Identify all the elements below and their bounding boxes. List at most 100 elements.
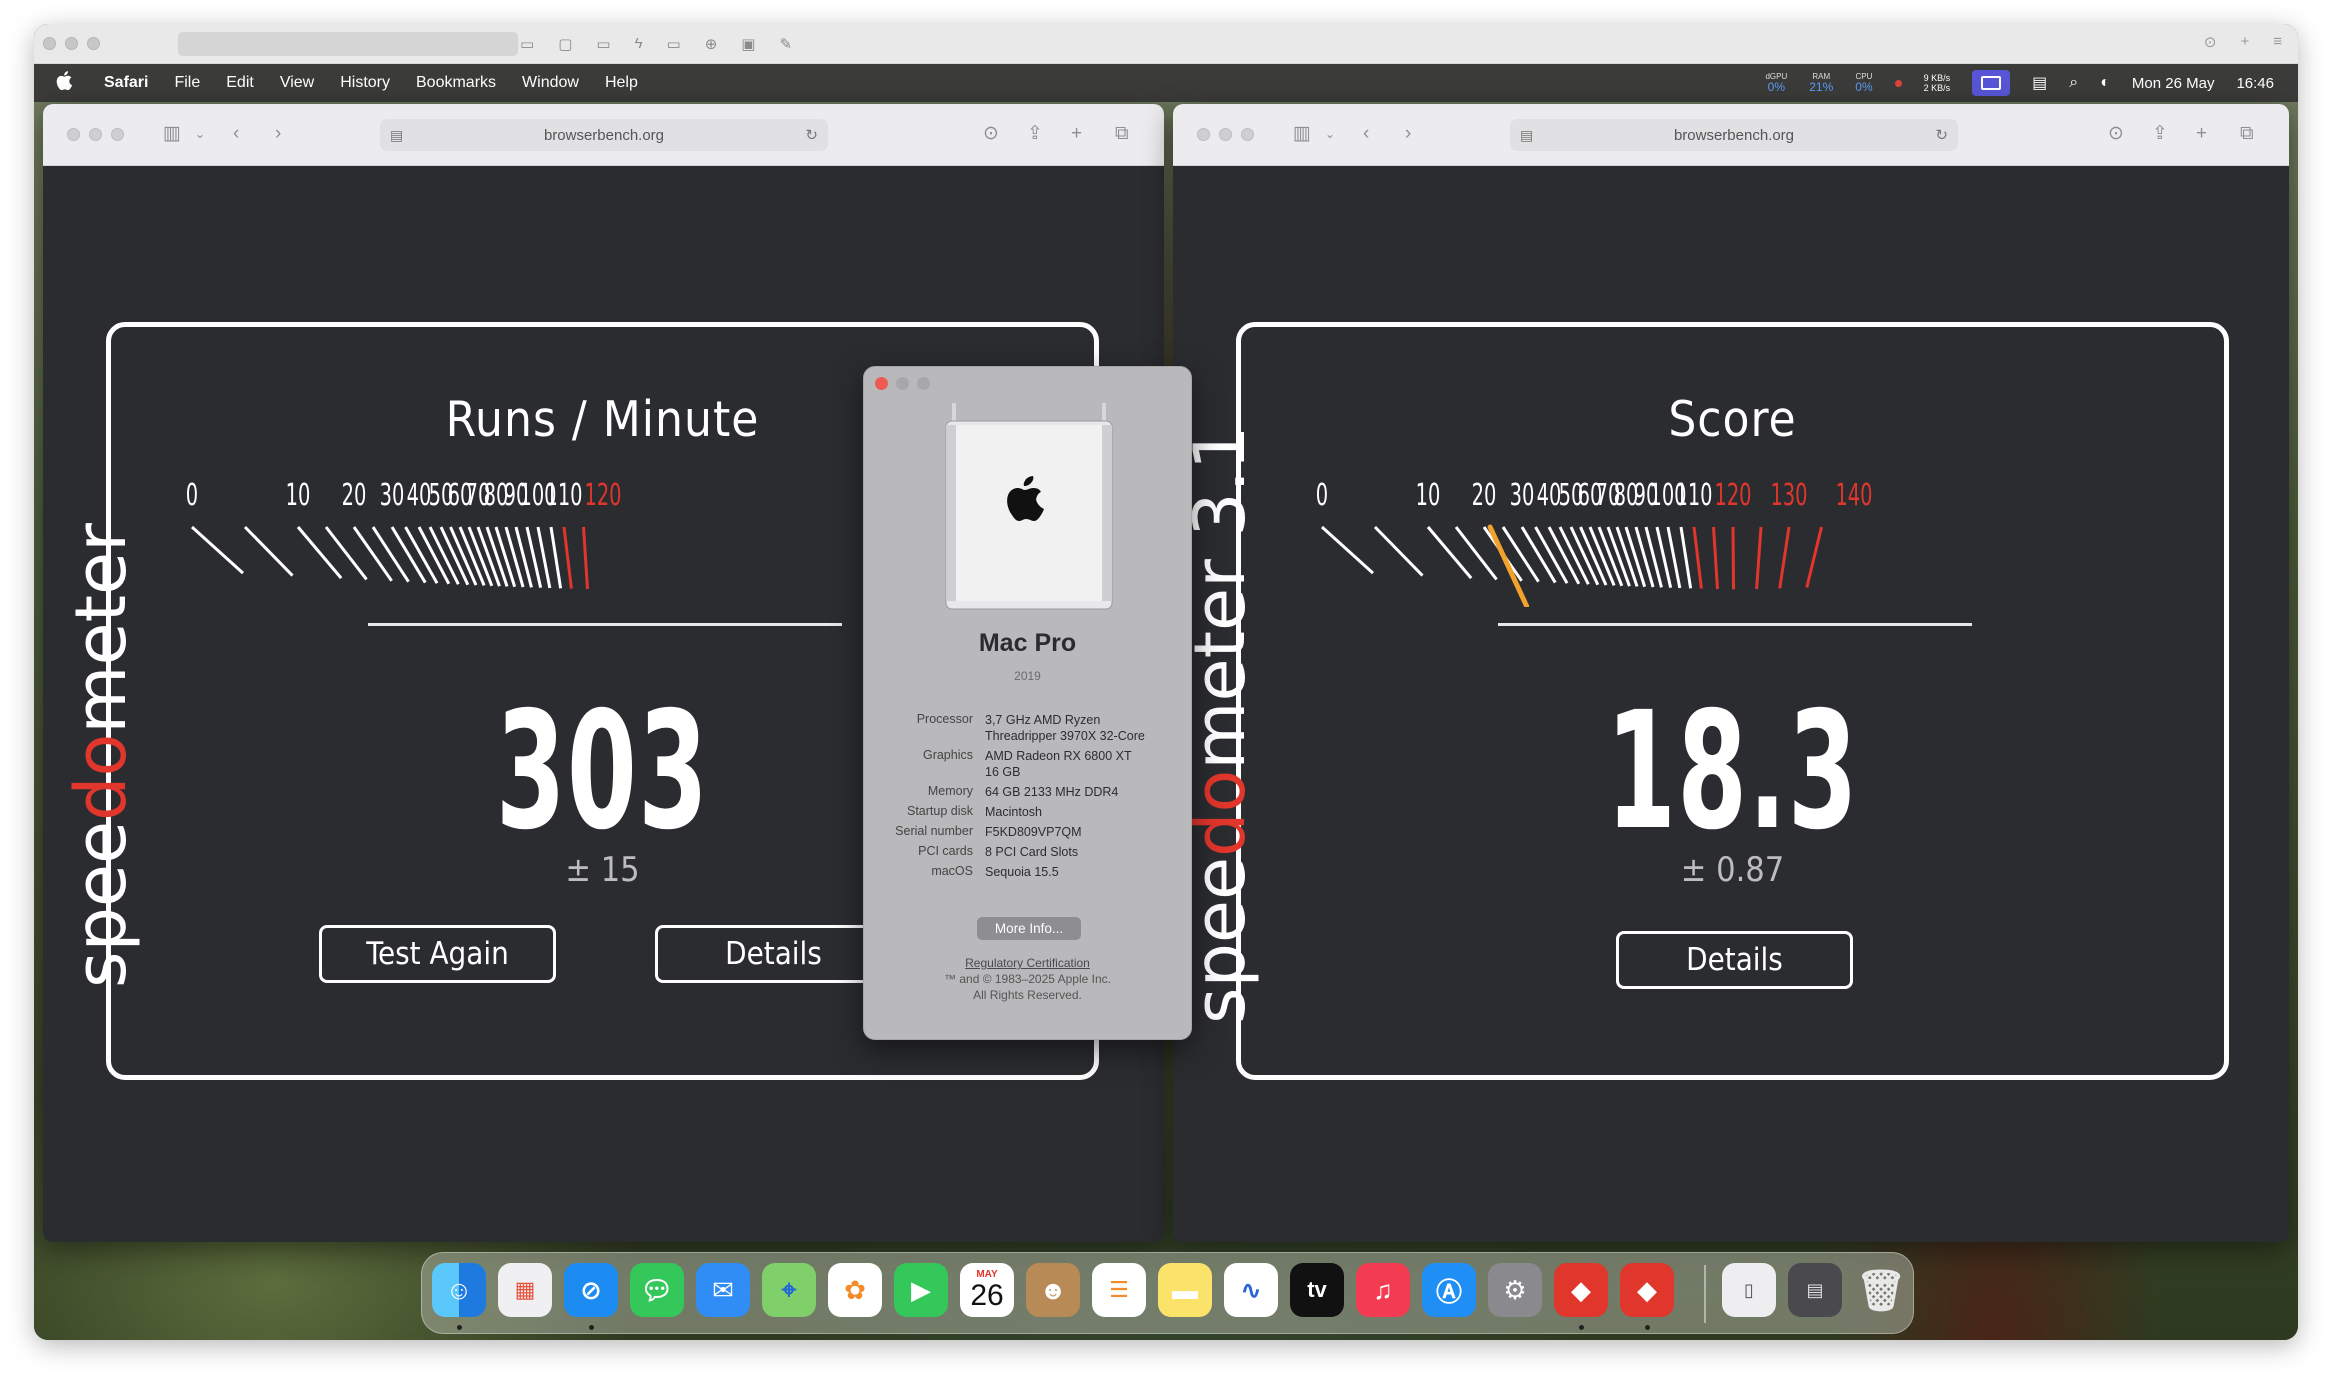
apple-tv-icon[interactable]: tv	[1290, 1263, 1344, 1317]
more-info-button[interactable]: More Info...	[977, 917, 1081, 940]
back-icon[interactable]: ‹	[1363, 121, 1369, 147]
app-store-icon[interactable]: Ⓐ	[1422, 1263, 1476, 1317]
host-add-icon[interactable]: +	[2240, 33, 2249, 51]
control-center-icon[interactable]: ◐	[2100, 74, 2110, 92]
reload-icon[interactable]: ↻	[805, 126, 818, 144]
window-minimize-button[interactable]	[89, 128, 102, 141]
reload-icon[interactable]: ↻	[1935, 126, 1948, 144]
window-zoom-button[interactable]	[1241, 128, 1254, 141]
chevron-down-icon[interactable]: ⌄	[1325, 121, 1335, 147]
host-address-field[interactable]	[178, 32, 518, 56]
host-toolbar-icon[interactable]: ▢	[558, 35, 572, 53]
contacts-icon[interactable]: ☻	[1026, 1263, 1080, 1317]
photos-icon[interactable]: ✿	[828, 1263, 882, 1317]
back-icon[interactable]: ‹	[233, 121, 239, 147]
menu-bookmarks[interactable]: Bookmarks	[416, 74, 496, 92]
window-close-button[interactable]	[67, 128, 80, 141]
forward-icon[interactable]: ›	[1405, 121, 1411, 147]
gauge-tick-label: 20	[1472, 479, 1497, 513]
finder-icon[interactable]: ☺	[432, 1263, 486, 1317]
menu-view[interactable]: View	[280, 74, 314, 92]
page-menu-icon[interactable]: ▤	[390, 127, 403, 144]
host-minimize-button[interactable]	[65, 37, 78, 50]
music-icon[interactable]: ♫	[1356, 1263, 1410, 1317]
about-minimize-button[interactable]	[896, 377, 909, 390]
freeform-icon[interactable]: ∿	[1224, 1263, 1278, 1317]
address-bar[interactable]: ▤ browserbench.org ↻	[1510, 119, 1958, 151]
test-again-button[interactable]: Test Again	[319, 925, 556, 983]
reminders-icon[interactable]: ☰	[1092, 1263, 1146, 1317]
host-close-button[interactable]	[43, 37, 56, 50]
menu-edit[interactable]: Edit	[226, 74, 254, 92]
host-download-icon[interactable]: ⊙	[2204, 33, 2217, 51]
logo-text-red: d	[60, 776, 142, 821]
notes-icon[interactable]: ▬	[1158, 1263, 1212, 1317]
menubar-date[interactable]: Mon 26 May	[2132, 75, 2215, 92]
tab-overview-icon[interactable]: ⧉	[1115, 121, 1129, 147]
host-toolbar-icon[interactable]: ✎	[779, 35, 792, 53]
ram-stat[interactable]: RAM 21%	[1809, 73, 1833, 94]
host-toolbar-icon[interactable]: ▭	[667, 35, 681, 53]
page-menu-icon[interactable]: ▤	[1520, 127, 1533, 144]
window-minimize-button[interactable]	[1219, 128, 1232, 141]
menu-app-name[interactable]: Safari	[104, 74, 148, 92]
menu-window[interactable]: Window	[522, 74, 579, 92]
dgpu-stat[interactable]: dGPU 0%	[1765, 73, 1787, 94]
spotlight-search-icon[interactable]: ⌕	[2069, 74, 2078, 92]
wallet-icon[interactable]: ▤	[2032, 73, 2047, 93]
anydesk-session-icon[interactable]: ◆	[1620, 1263, 1674, 1317]
host-toolbar-icon[interactable]: ▣	[741, 35, 755, 53]
chevron-down-icon[interactable]: ⌄	[195, 121, 205, 147]
about-close-button[interactable]	[875, 377, 888, 390]
host-toolbar-icon[interactable]: ▭	[520, 35, 534, 53]
window-close-button[interactable]	[1197, 128, 1210, 141]
mail-icon[interactable]: ✉	[696, 1263, 750, 1317]
tab-overview-icon[interactable]: ⧉	[2240, 121, 2254, 147]
downloads-stack-icon[interactable]: ▤	[1788, 1263, 1842, 1317]
calendar-icon[interactable]: MAY 26	[960, 1263, 1014, 1317]
menu-file[interactable]: File	[174, 74, 200, 92]
details-button[interactable]: Details	[1616, 931, 1853, 989]
about-zoom-button[interactable]	[917, 377, 930, 390]
screen-mirroring-icon[interactable]	[1972, 70, 2011, 96]
record-indicator-icon	[1894, 79, 1902, 87]
share-icon[interactable]: ⇪	[1027, 121, 1043, 147]
details-button[interactable]: Details	[655, 925, 892, 983]
safari-icon[interactable]: ⊘	[564, 1263, 618, 1317]
regulatory-link[interactable]: Regulatory Certification	[864, 955, 1191, 971]
downloads-icon[interactable]: ⊙	[2108, 121, 2124, 147]
maps-icon[interactable]: ⌖	[762, 1263, 816, 1317]
launchpad-icon[interactable]: ▦	[498, 1263, 552, 1317]
new-tab-icon[interactable]: +	[2196, 121, 2207, 147]
gauge-tick-mark	[371, 526, 410, 583]
host-toolbar-icon[interactable]: ϟ	[635, 35, 643, 53]
new-tab-icon[interactable]: +	[1071, 121, 1082, 147]
gauge-tick-mark	[1778, 526, 1791, 589]
system-settings-icon[interactable]: ⚙	[1488, 1263, 1542, 1317]
downloads-icon[interactable]: ⊙	[983, 121, 999, 147]
trash-icon[interactable]: 🗑︎	[1854, 1263, 1908, 1317]
address-bar[interactable]: ▤ browserbench.org ↻	[380, 119, 828, 151]
host-menu-icon[interactable]: ≡	[2273, 33, 2282, 51]
apple-menu-icon[interactable]	[56, 70, 78, 96]
window-zoom-button[interactable]	[111, 128, 124, 141]
messages-icon[interactable]: 💬︎	[630, 1263, 684, 1317]
host-toolbar-icon[interactable]: ▭	[596, 35, 610, 53]
cpu-stat[interactable]: CPU 0%	[1855, 73, 1872, 94]
host-toolbar-icon[interactable]: ⊕	[705, 35, 718, 53]
network-stat[interactable]: 9 KB/s 2 KB/s	[1924, 73, 1951, 94]
gauge-tick-mark	[1731, 526, 1736, 590]
host-zoom-button[interactable]	[87, 37, 100, 50]
facetime-icon[interactable]: ▶	[894, 1263, 948, 1317]
speedometer-logo: speedometer	[56, 388, 146, 988]
share-icon[interactable]: ⇪	[2152, 121, 2168, 147]
anydesk-icon[interactable]: ◆	[1554, 1263, 1608, 1317]
menubar-time[interactable]: 16:46	[2236, 75, 2274, 92]
logo-text-red-o: o	[60, 733, 142, 777]
menu-help[interactable]: Help	[605, 74, 638, 92]
sidebar-icon[interactable]: ▥	[1293, 121, 1311, 147]
forward-icon[interactable]: ›	[275, 121, 281, 147]
menu-history[interactable]: History	[340, 74, 390, 92]
archive-icon[interactable]: ▯	[1722, 1263, 1776, 1317]
sidebar-icon[interactable]: ▥	[163, 121, 181, 147]
